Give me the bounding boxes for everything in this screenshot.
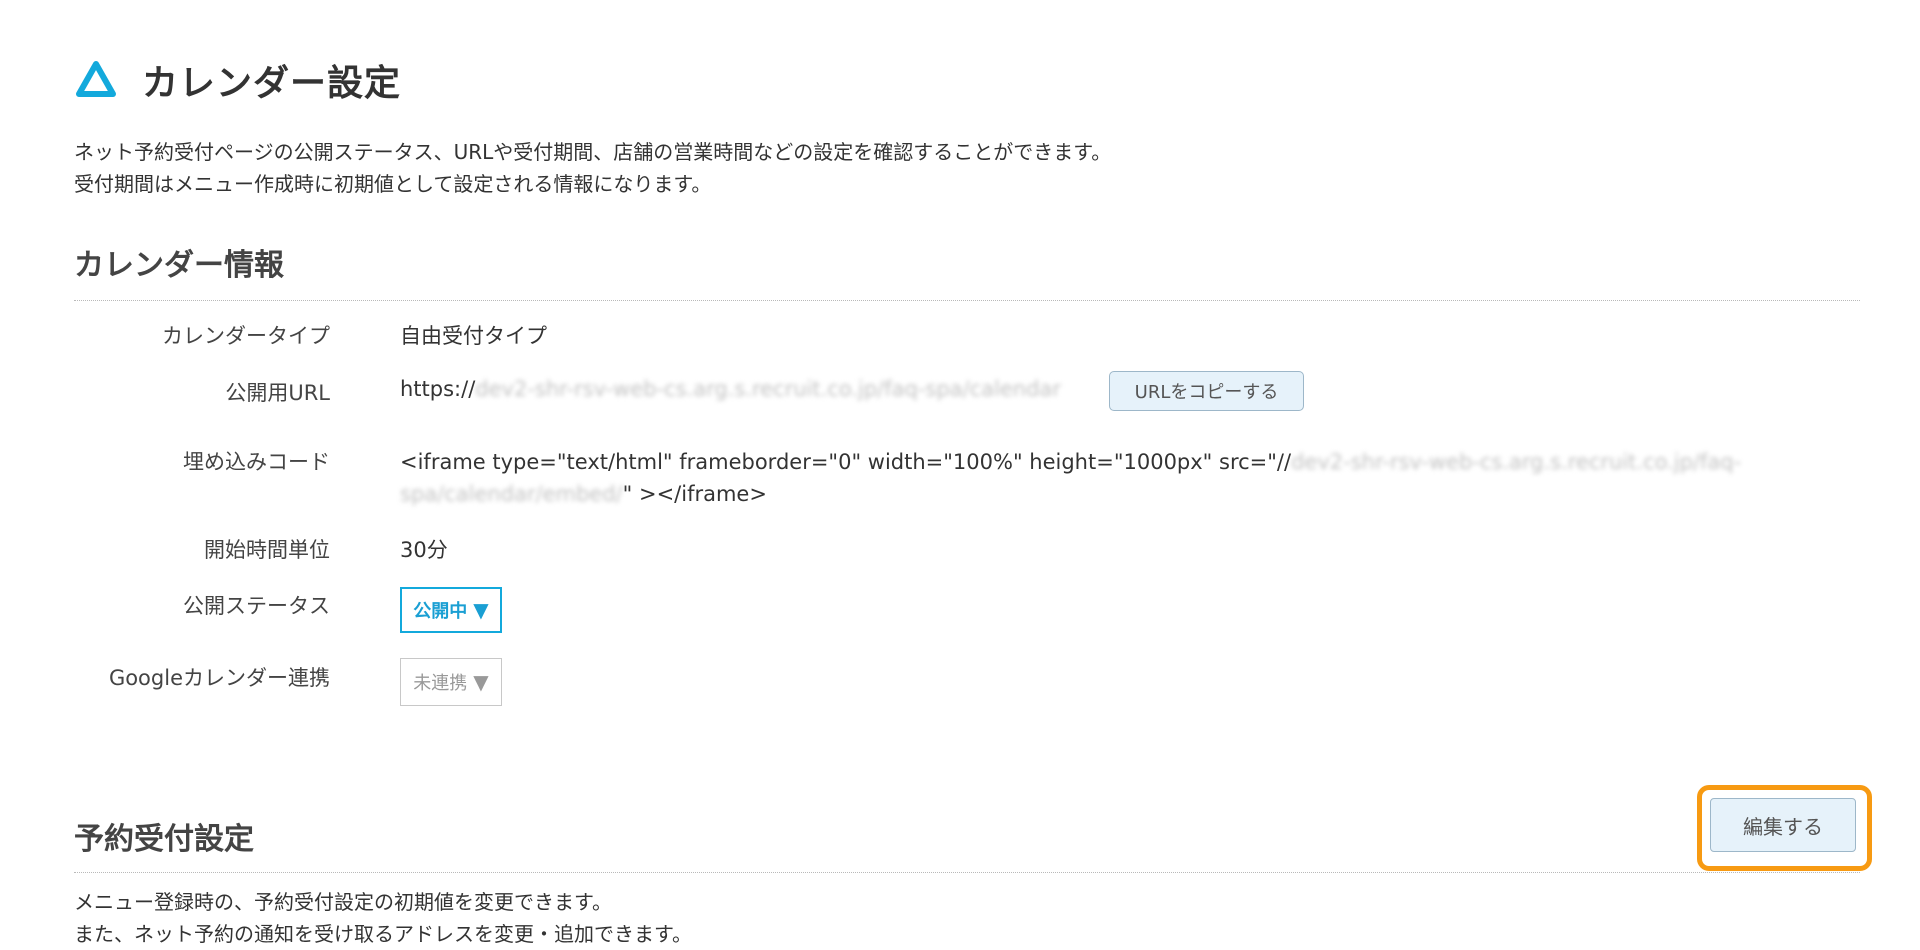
public-url-value[interactable]: https://dev2-shr-rsv-web-cs.arg.s.recrui… (400, 377, 1061, 401)
reservation-desc-line-2: また、ネット予約の通知を受け取るアドレスを変更・追加できます。 (74, 922, 692, 946)
start-unit-value: 30分 (400, 538, 448, 562)
intro-line-1: ネット予約受付ページの公開ステータス、URLや受付期間、店舗の営業時間などの設定… (74, 140, 1112, 164)
embed-code-visible-1: <iframe type="text/html" frameborder="0"… (400, 450, 1292, 474)
reservation-settings-heading: 予約受付設定 (74, 822, 254, 857)
embed-code-redacted-1: dev2-shr-rsv-web-cs.arg.s.recruit.co.jp/… (1291, 450, 1742, 474)
triangle-outline-icon (76, 61, 116, 97)
public-status-select[interactable]: 公開中 ▼ (400, 587, 502, 633)
public-status-selected: 公開中 (413, 601, 468, 622)
embed-code-line-2: spa/calendar/embed/" ></iframe> (400, 478, 1741, 510)
google-calendar-label: Googleカレンダー連携 (108, 666, 330, 690)
reservation-settings-description: メニュー登録時の、予約受付設定の初期値を変更できます。 また、ネット予約の通知を… (74, 886, 692, 950)
embed-code-line-1: <iframe type="text/html" frameborder="0"… (400, 446, 1741, 478)
public-url-redacted: dev2-shr-rsv-web-cs.arg.s.recruit.co.jp/… (475, 377, 1061, 401)
embed-code-visible-2: " ></iframe> (622, 482, 767, 506)
calendar-info-divider (74, 300, 1860, 301)
chevron-down-icon: ▼ (473, 670, 489, 694)
embed-code-redacted-2: spa/calendar/embed/ (400, 482, 623, 506)
embed-code-value[interactable]: <iframe type="text/html" frameborder="0"… (400, 446, 1741, 510)
page-title: カレンダー設定 (142, 63, 402, 104)
reservation-settings-divider (74, 872, 1860, 873)
copy-url-button[interactable]: URLをコピーする (1109, 371, 1304, 411)
public-url-label: 公開用URL (225, 381, 330, 405)
intro-line-2: 受付期間はメニュー作成時に初期値として設定される情報になります。 (74, 172, 712, 196)
calendar-info-heading: カレンダー情報 (74, 248, 284, 283)
calendar-type-value: 自由受付タイプ (400, 324, 547, 348)
calendar-settings-page: カレンダー設定 ネット予約受付ページの公開ステータス、URLや受付期間、店舗の営… (0, 0, 1920, 950)
page-intro: ネット予約受付ページの公開ステータス、URLや受付期間、店舗の営業時間などの設定… (74, 136, 1111, 200)
google-calendar-selected: 未連携 (413, 673, 468, 694)
embed-code-label: 埋め込みコード (183, 450, 330, 474)
page-header: カレンダー設定 (74, 54, 401, 106)
chevron-down-icon: ▼ (473, 598, 489, 622)
public-status-label: 公開ステータス (183, 594, 330, 618)
start-unit-label: 開始時間単位 (204, 538, 330, 562)
calendar-type-label: カレンダータイプ (162, 324, 330, 348)
edit-button[interactable]: 編集する (1710, 798, 1856, 852)
public-url-prefix: https:// (400, 377, 476, 401)
reservation-desc-line-1: メニュー登録時の、予約受付設定の初期値を変更できます。 (74, 890, 612, 914)
google-calendar-select[interactable]: 未連携 ▼ (400, 658, 502, 706)
